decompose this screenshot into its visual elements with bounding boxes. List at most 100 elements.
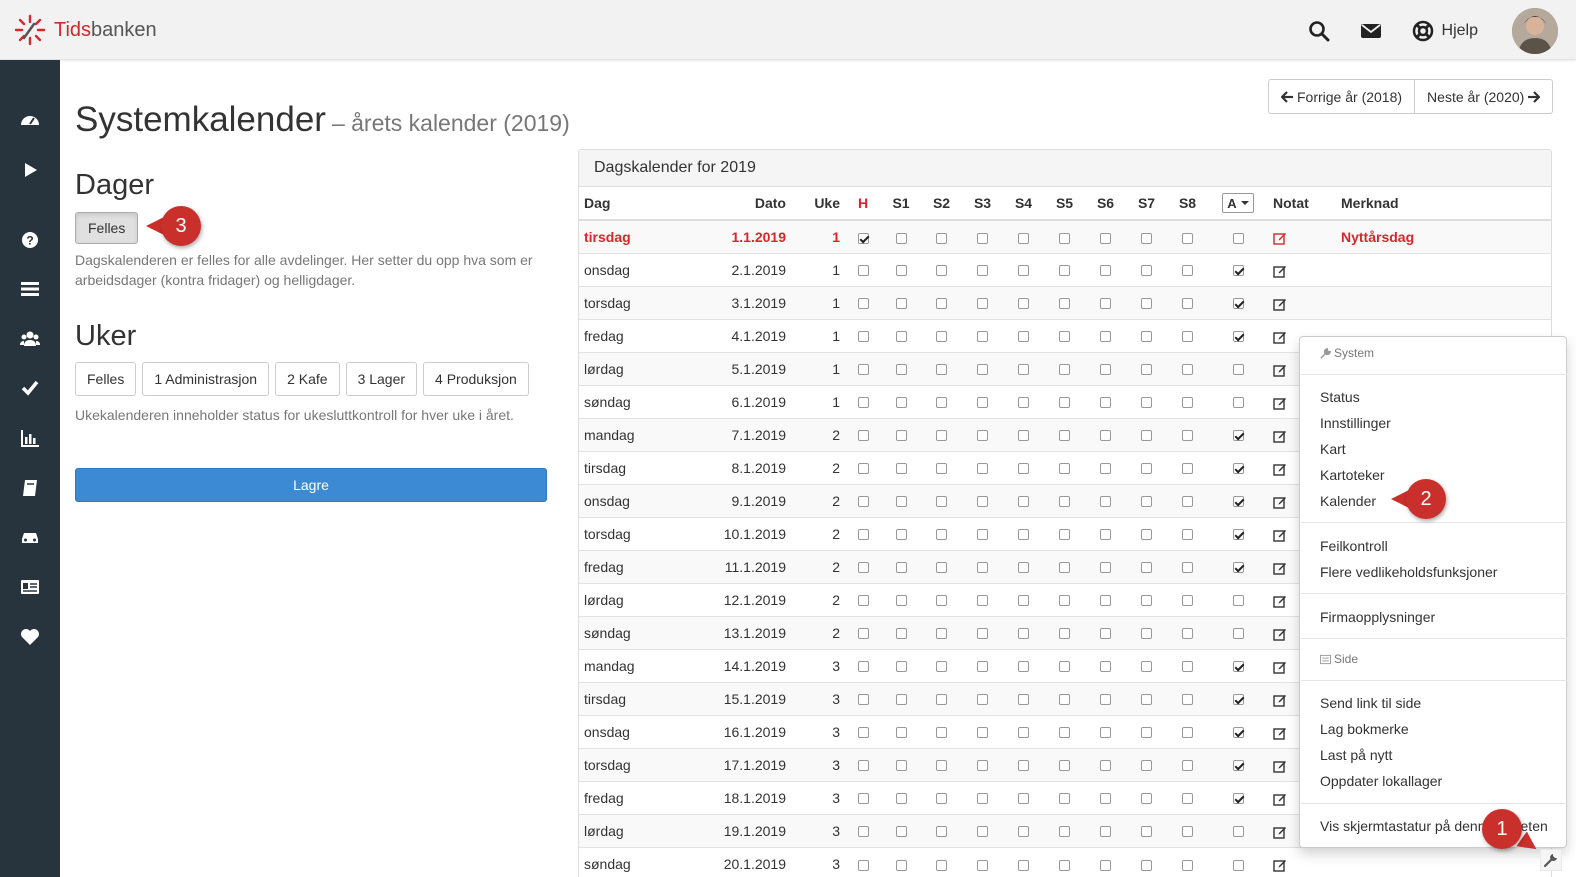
checkbox-s2[interactable] <box>936 364 947 376</box>
dager-felles-button[interactable]: Felles <box>75 212 139 244</box>
checkbox-s7[interactable] <box>1141 265 1152 277</box>
edit-note-icon[interactable] <box>1273 393 1287 410</box>
edit-note-icon[interactable] <box>1273 261 1287 278</box>
checkbox-h[interactable] <box>857 793 869 805</box>
checkbox-s6[interactable] <box>1100 661 1111 673</box>
checkbox-s7[interactable] <box>1141 331 1152 343</box>
menu-item-firmaopplysninger[interactable]: Firmaopplysninger <box>1320 609 1435 625</box>
checkbox-s4[interactable] <box>1018 364 1029 376</box>
checkbox-s3[interactable] <box>977 661 988 673</box>
checkbox-a[interactable] <box>1232 265 1244 277</box>
checkbox-s1[interactable] <box>895 793 907 805</box>
checkbox-s1[interactable] <box>895 595 907 607</box>
checkbox-s2[interactable] <box>936 232 947 244</box>
checkbox-h[interactable] <box>857 232 869 244</box>
next-year-button[interactable]: Neste år (2020) <box>1415 79 1554 114</box>
week-kafe-button[interactable]: 2 Kafe <box>275 362 340 396</box>
checkbox-a[interactable] <box>1232 595 1244 607</box>
checkbox-s5[interactable] <box>1059 298 1070 310</box>
checkbox-h[interactable] <box>857 397 869 409</box>
checkbox-s2[interactable] <box>936 496 947 508</box>
checkbox-h[interactable] <box>857 694 869 706</box>
checkbox-s8[interactable] <box>1182 628 1193 640</box>
checkbox-s7[interactable] <box>1141 595 1152 607</box>
checkbox-s6[interactable] <box>1100 298 1111 310</box>
edit-note-icon[interactable] <box>1273 558 1287 575</box>
edit-note-icon[interactable] <box>1273 327 1287 344</box>
search-icon[interactable] <box>1308 20 1330 42</box>
checkbox-a[interactable] <box>1232 727 1244 739</box>
checkbox-s6[interactable] <box>1100 529 1111 541</box>
checkbox-s2[interactable] <box>936 265 947 277</box>
menu-item-feilkontroll[interactable]: Feilkontroll <box>1320 538 1388 554</box>
checkbox-s5[interactable] <box>1059 265 1070 277</box>
checkbox-s6[interactable] <box>1100 694 1111 706</box>
checkbox-s2[interactable] <box>936 595 947 607</box>
checkbox-s1[interactable] <box>895 298 907 310</box>
checkbox-s5[interactable] <box>1059 496 1070 508</box>
checkbox-s1[interactable] <box>895 760 907 772</box>
checkbox-s8[interactable] <box>1182 397 1193 409</box>
menu-item-kartoteker[interactable]: Kartoteker <box>1320 467 1385 483</box>
checkbox-s3[interactable] <box>977 331 988 343</box>
checkbox-s3[interactable] <box>977 628 988 640</box>
question-icon[interactable]: ? <box>20 230 40 250</box>
checkbox-s4[interactable] <box>1018 232 1029 244</box>
checkbox-s7[interactable] <box>1141 826 1152 838</box>
edit-note-icon[interactable] <box>1273 756 1287 773</box>
users-icon[interactable] <box>20 329 40 349</box>
checkbox-s4[interactable] <box>1018 826 1029 838</box>
checkbox-s7[interactable] <box>1141 496 1152 508</box>
checkbox-s8[interactable] <box>1182 595 1193 607</box>
checkbox-s8[interactable] <box>1182 826 1193 838</box>
checkbox-s3[interactable] <box>977 562 988 574</box>
menu-item-send-link[interactable]: Send link til side <box>1320 695 1421 711</box>
checkbox-s5[interactable] <box>1059 793 1070 805</box>
checkbox-s6[interactable] <box>1100 232 1111 244</box>
checkbox-s8[interactable] <box>1182 694 1193 706</box>
checkbox-s5[interactable] <box>1059 397 1070 409</box>
checkbox-s8[interactable] <box>1182 463 1193 475</box>
checkbox-s3[interactable] <box>977 364 988 376</box>
checkbox-s1[interactable] <box>895 496 907 508</box>
edit-note-icon[interactable] <box>1273 492 1287 509</box>
week-felles-button[interactable]: Felles <box>75 362 137 396</box>
checkbox-h[interactable] <box>857 760 869 772</box>
checkbox-a[interactable] <box>1232 298 1244 310</box>
checkbox-s6[interactable] <box>1100 463 1111 475</box>
checkbox-s3[interactable] <box>977 793 988 805</box>
checkbox-h[interactable] <box>857 727 869 739</box>
checkbox-s7[interactable] <box>1141 364 1152 376</box>
edit-note-icon[interactable] <box>1273 294 1287 311</box>
checkbox-s1[interactable] <box>895 265 907 277</box>
checkbox-s1[interactable] <box>895 826 907 838</box>
edit-note-icon[interactable] <box>1273 690 1287 707</box>
checkbox-s3[interactable] <box>977 529 988 541</box>
checkbox-a[interactable] <box>1232 463 1244 475</box>
checkbox-s1[interactable] <box>895 694 907 706</box>
checkbox-s8[interactable] <box>1182 529 1193 541</box>
checkbox-s3[interactable] <box>977 463 988 475</box>
checkbox-a[interactable] <box>1232 661 1244 673</box>
checkbox-s7[interactable] <box>1141 694 1152 706</box>
checkbox-s7[interactable] <box>1141 232 1152 244</box>
edit-note-icon[interactable] <box>1273 657 1287 674</box>
checkbox-s3[interactable] <box>977 496 988 508</box>
help-link[interactable]: Hjelp <box>1412 20 1478 42</box>
edit-note-icon[interactable] <box>1273 459 1287 476</box>
checkbox-h[interactable] <box>857 859 869 871</box>
checkbox-s7[interactable] <box>1141 628 1152 640</box>
checkbox-s3[interactable] <box>977 265 988 277</box>
checkbox-s4[interactable] <box>1018 496 1029 508</box>
menu-item-kalender[interactable]: Kalender <box>1320 493 1376 509</box>
checkbox-s1[interactable] <box>895 463 907 475</box>
checkbox-a[interactable] <box>1232 232 1244 244</box>
checkbox-s1[interactable] <box>895 628 907 640</box>
checkbox-h[interactable] <box>857 562 869 574</box>
checkbox-s2[interactable] <box>936 298 947 310</box>
checkbox-s5[interactable] <box>1059 760 1070 772</box>
checkbox-s8[interactable] <box>1182 364 1193 376</box>
checkbox-s4[interactable] <box>1018 430 1029 442</box>
checkbox-s5[interactable] <box>1059 694 1070 706</box>
checkbox-s4[interactable] <box>1018 793 1029 805</box>
